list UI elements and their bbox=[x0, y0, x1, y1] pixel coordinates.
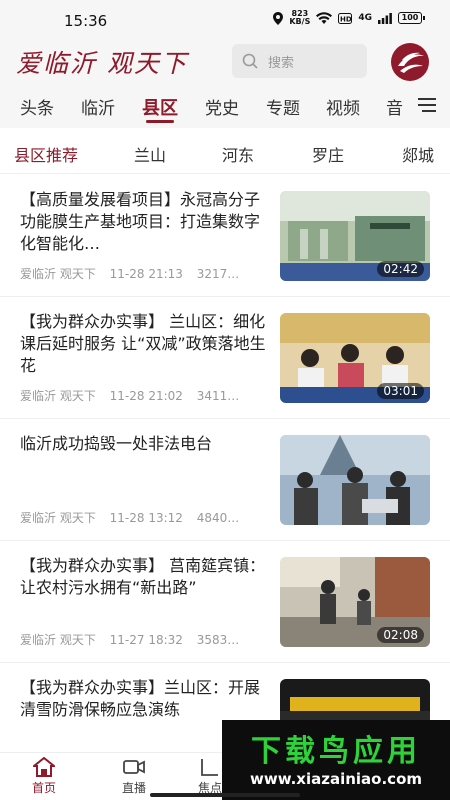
hd-icon: HD bbox=[338, 12, 353, 24]
tab-topics[interactable]: 专题 bbox=[266, 94, 300, 119]
news-title: 临沂成功捣毁一处非法电台 bbox=[20, 434, 213, 453]
channel-nav: 头条 临沂 县区 党史 专题 视频 音 bbox=[0, 84, 450, 128]
news-time: 11-28 21:13 bbox=[109, 267, 183, 281]
news-source: 爱临沂 观天下 bbox=[20, 511, 96, 525]
news-source: 爱临沂 观天下 bbox=[20, 633, 96, 647]
news-title: 【我为群众办实事】 兰山区：细化课后延时服务 让“双减”政策落地生花 bbox=[20, 312, 266, 375]
video-duration: 03:01 bbox=[377, 383, 424, 399]
home-indicator[interactable] bbox=[150, 793, 300, 797]
app-logo-icon[interactable] bbox=[390, 42, 430, 82]
tab-party-history[interactable]: 党史 bbox=[205, 94, 239, 119]
news-source: 爱临沂 观天下 bbox=[20, 267, 96, 281]
news-source: 爱临沂 观天下 bbox=[20, 389, 96, 403]
list-item[interactable]: 【我为群众办实事】 莒南筵宾镇：让农村污水拥有“新出路” 爱临沂 观天下 11-… bbox=[0, 541, 450, 663]
news-title: 【高质量发展看项目】永冠高分子功能膜生产基地项目：打造集数字化智能化… bbox=[20, 190, 261, 253]
brand-title: 爱临沂 观天下 bbox=[16, 49, 188, 78]
tab-video[interactable]: 视频 bbox=[326, 94, 360, 119]
home-icon bbox=[33, 757, 55, 777]
news-views: 3411… bbox=[196, 389, 240, 403]
tab-home[interactable]: 首页 bbox=[14, 757, 74, 796]
news-meta: 爱临沂 观天下 11-28 21:02 3411… bbox=[20, 387, 270, 404]
news-time: 11-27 18:32 bbox=[109, 633, 183, 647]
video-thumbnail[interactable]: 02:08 bbox=[280, 557, 430, 647]
status-bar: 15:36 823 KB/S HD 4G 100 bbox=[0, 0, 450, 40]
app-header: 爱临沂 观天下 搜索 bbox=[0, 40, 450, 84]
location-icon bbox=[273, 11, 284, 25]
tab-home-label: 首页 bbox=[31, 781, 56, 795]
tab-live-label: 直播 bbox=[121, 781, 146, 795]
active-tab-indicator bbox=[146, 120, 174, 123]
watermark-url: www.xiazainiao.com bbox=[249, 770, 423, 788]
wifi-icon bbox=[316, 12, 333, 24]
signal-icon bbox=[378, 12, 392, 24]
list-item[interactable]: 【我为群众办实事】 兰山区：细化课后延时服务 让“双减”政策落地生花 爱临沂 观… bbox=[0, 297, 450, 419]
watermark-title: 下载鸟应用 bbox=[251, 734, 421, 769]
news-meta: 爱临沂 观天下 11-28 21:13 3217… bbox=[20, 265, 270, 282]
search-placeholder: 搜索 bbox=[268, 55, 295, 71]
sub-channel-nav: 县区推荐 兰山 河东 罗庄 郯城 bbox=[0, 130, 450, 174]
status-time: 15:36 bbox=[64, 12, 108, 30]
status-indicators: 823 KB/S HD 4G 100 bbox=[273, 10, 425, 26]
focus-icon bbox=[201, 759, 218, 776]
news-thumbnail[interactable] bbox=[280, 435, 430, 525]
news-meta: 爱临沂 观天下 11-28 13:12 4840… bbox=[20, 509, 270, 526]
news-time: 11-28 13:12 bbox=[109, 511, 183, 525]
list-item[interactable]: 【高质量发展看项目】永冠高分子功能膜生产基地项目：打造集数字化智能化… 爱临沂 … bbox=[0, 175, 450, 297]
tab-county[interactable]: 县区 bbox=[142, 94, 178, 120]
outdoor-group-image bbox=[280, 435, 430, 525]
tab-live[interactable]: 直播 bbox=[104, 757, 164, 796]
net-speed-unit: KB/S bbox=[289, 17, 311, 26]
sub-tab-tancheng[interactable]: 郯城 bbox=[402, 142, 434, 166]
video-duration: 02:08 bbox=[377, 627, 424, 643]
network-type: 4G bbox=[358, 13, 372, 23]
news-title: 【我为群众办实事】兰山区：开展清雪防滑保畅应急演练 bbox=[20, 678, 261, 719]
sub-tab-luozhuang[interactable]: 罗庄 bbox=[312, 142, 344, 166]
video-thumbnail[interactable]: 03:01 bbox=[280, 313, 430, 403]
video-duration: 02:42 bbox=[377, 261, 424, 277]
sub-tab-hedong[interactable]: 河东 bbox=[222, 142, 254, 166]
tab-toutiao[interactable]: 头条 bbox=[20, 94, 54, 119]
tab-audio[interactable]: 音 bbox=[386, 94, 403, 119]
net-speed: 823 KB/S bbox=[289, 10, 310, 26]
news-views: 3217… bbox=[196, 267, 240, 281]
list-item[interactable]: 临沂成功捣毁一处非法电台 爱临沂 观天下 11-28 13:12 4840… bbox=[0, 419, 450, 541]
news-views: 3583… bbox=[196, 633, 240, 647]
tab-linyi[interactable]: 临沂 bbox=[81, 94, 115, 119]
news-meta: 爱临沂 观天下 11-27 18:32 3583… bbox=[20, 631, 270, 648]
news-views: 4840… bbox=[196, 511, 240, 525]
watermark-banner: 下载鸟应用 www.xiazainiao.com bbox=[222, 720, 450, 800]
sub-tab-lanshan[interactable]: 兰山 bbox=[134, 142, 166, 166]
menu-icon[interactable] bbox=[418, 97, 436, 113]
search-icon bbox=[242, 53, 258, 69]
video-thumbnail[interactable]: 02:42 bbox=[280, 191, 430, 281]
video-camera-icon bbox=[123, 760, 145, 774]
news-time: 11-28 21:02 bbox=[109, 389, 183, 403]
svg-text:HD: HD bbox=[340, 15, 352, 23]
search-input[interactable]: 搜索 bbox=[232, 44, 367, 78]
news-title: 【我为群众办实事】 莒南筵宾镇：让农村污水拥有“新出路” bbox=[20, 556, 266, 597]
battery-icon: 100 bbox=[398, 12, 425, 24]
sub-tab-recommend[interactable]: 县区推荐 bbox=[14, 142, 78, 166]
